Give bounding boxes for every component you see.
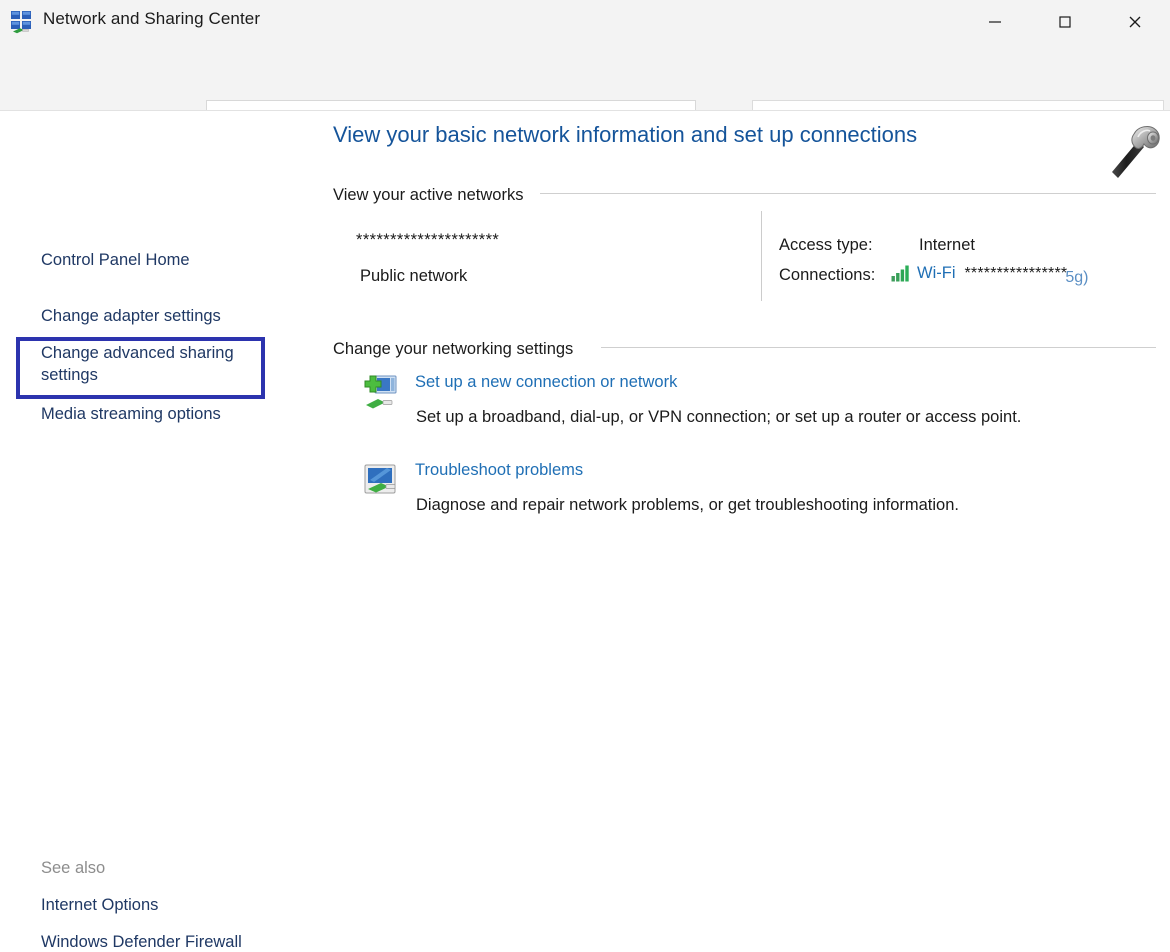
network-details-separator <box>761 211 762 301</box>
network-icon <box>10 10 34 34</box>
sidebar-item-change-advanced-sharing-settings[interactable]: Change advanced sharing settings <box>41 343 251 387</box>
task-description: Set up a broadband, dial-up, or VPN conn… <box>416 408 1021 427</box>
active-network-type: Public network <box>360 267 467 286</box>
connections-value: Wi-Fi **************** 5g) <box>891 264 1090 283</box>
section-rule-change <box>601 347 1156 348</box>
connections-label: Connections: <box>779 266 875 285</box>
access-type-value: Internet <box>919 236 975 255</box>
sidebar: Control Panel Home Change adapter settin… <box>0 111 318 871</box>
see-also-label: See also <box>41 859 105 878</box>
task-description: Diagnose and repair network problems, or… <box>416 496 959 515</box>
sidebar-item-media-streaming-options[interactable]: Media streaming options <box>41 404 221 426</box>
window-title: Network and Sharing Center <box>43 9 260 29</box>
minimize-button[interactable] <box>960 0 1030 43</box>
page-title: View your basic network information and … <box>333 122 917 148</box>
navigation-bar: « Netw... › Network and Sharing Cent... <box>0 43 1170 110</box>
wifi-link[interactable]: Wi-Fi <box>917 264 955 283</box>
active-network-name: ********************* <box>356 231 499 250</box>
title-bar: Network and Sharing Center <box>0 0 1170 43</box>
sidebar-item-internet-options[interactable]: Internet Options <box>41 896 158 915</box>
wifi-ssid-suffix: 5g) <box>1065 269 1088 287</box>
task-link-set-up-new-connection[interactable]: Set up a new connection or network <box>415 373 677 392</box>
signal-bars-icon <box>891 265 911 282</box>
maximize-button[interactable] <box>1030 0 1100 43</box>
close-button[interactable] <box>1100 0 1170 43</box>
window-controls <box>960 0 1170 43</box>
sidebar-item-windows-defender-firewall[interactable]: Windows Defender Firewall <box>41 933 242 952</box>
hammer-icon <box>1098 120 1166 182</box>
sidebar-item-control-panel-home[interactable]: Control Panel Home <box>41 250 190 272</box>
new-connection-icon <box>361 372 401 412</box>
section-title-change-settings: Change your networking settings <box>333 340 573 359</box>
main-panel: View your basic network information and … <box>318 111 1170 871</box>
sidebar-item-change-adapter-settings[interactable]: Change adapter settings <box>41 306 221 328</box>
access-type-label: Access type: <box>779 236 873 255</box>
section-title-active-networks: View your active networks <box>333 186 523 205</box>
task-link-troubleshoot-problems[interactable]: Troubleshoot problems <box>415 461 583 480</box>
troubleshoot-icon <box>361 460 401 500</box>
wifi-ssid-masked: **************** <box>964 265 1067 283</box>
section-rule-active <box>540 193 1156 194</box>
